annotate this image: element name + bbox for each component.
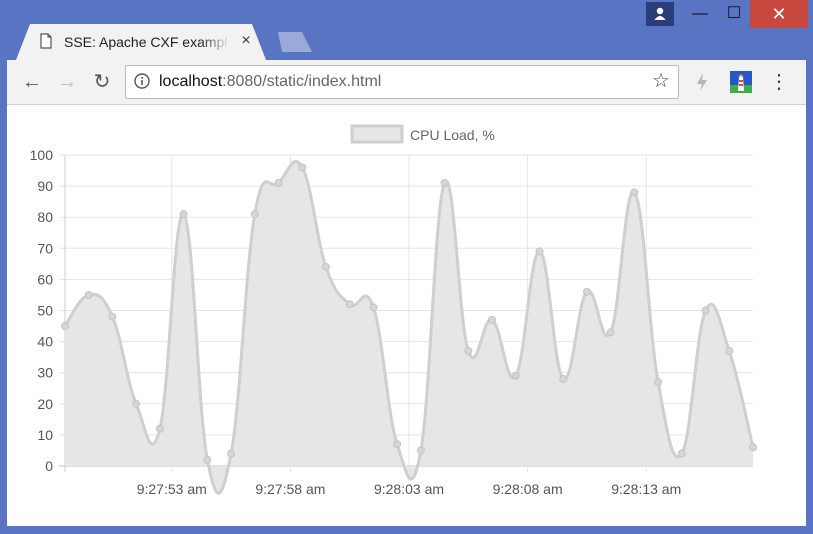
data-point	[393, 440, 402, 449]
tab-title-fade	[200, 30, 230, 54]
x-tick-label: 9:27:53 am	[137, 481, 207, 497]
url-text[interactable]: localhost:8080/static/index.html	[159, 73, 381, 91]
data-point	[535, 247, 544, 256]
back-button[interactable]: ←	[20, 70, 44, 94]
y-tick-label: 0	[45, 458, 53, 474]
tab-close-icon[interactable]: ×	[238, 32, 254, 50]
reload-button[interactable]: ↻	[90, 70, 114, 94]
data-point	[749, 443, 757, 452]
data-point	[61, 322, 69, 331]
new-tab-button[interactable]	[278, 32, 312, 52]
lightning-extension-icon[interactable]	[691, 71, 713, 93]
y-tick-label: 10	[37, 427, 53, 443]
data-point	[321, 262, 330, 271]
y-tick-label: 30	[37, 365, 53, 381]
data-point	[677, 449, 686, 458]
browser-window: SSE: Apache CXF example × — ☐ ✕ ← → ↻ lo…	[0, 0, 813, 534]
data-point	[440, 178, 449, 187]
data-point	[630, 188, 639, 197]
close-window-button[interactable]: ✕	[750, 0, 808, 28]
page-icon	[40, 33, 52, 49]
y-tick-label: 70	[37, 240, 53, 256]
data-point	[559, 374, 568, 383]
y-tick-label: 40	[37, 334, 53, 350]
data-point	[701, 306, 710, 315]
y-tick-label: 90	[37, 178, 53, 194]
data-point	[488, 315, 497, 324]
data-point	[582, 287, 591, 296]
data-point	[298, 163, 307, 172]
lighthouse-extension-icon[interactable]	[730, 71, 752, 93]
data-point	[203, 455, 212, 464]
x-tick-label: 9:28:08 am	[493, 481, 563, 497]
data-point	[227, 449, 236, 458]
y-tick-label: 100	[30, 147, 54, 163]
data-point	[274, 178, 283, 187]
data-point	[155, 424, 164, 433]
x-tick-label: 9:27:58 am	[255, 481, 325, 497]
data-point	[108, 312, 117, 321]
url-host: localhost	[159, 73, 223, 90]
browser-toolbar: ← → ↻ localhost:8080/static/index.html ☆	[7, 60, 806, 105]
lighthouse-icon	[730, 74, 752, 93]
maximize-button[interactable]: ☐	[716, 0, 752, 28]
person-icon	[654, 7, 666, 20]
data-point	[132, 399, 141, 408]
data-point	[416, 446, 425, 455]
y-tick-label: 50	[37, 303, 53, 319]
data-point	[725, 346, 734, 355]
legend-label: CPU Load, %	[410, 127, 495, 143]
x-tick-label: 9:28:03 am	[374, 481, 444, 497]
bookmark-star-icon[interactable]: ☆	[650, 70, 672, 92]
browser-menu-icon[interactable]: ⋮	[769, 70, 789, 94]
cpu-load-chart: 0 10 20 30 40 50 60 70 80 90 100 9:27:53 am 9:27:58 …	[30, 124, 757, 497]
data-point	[250, 210, 259, 219]
data-point	[511, 371, 520, 380]
info-icon[interactable]	[134, 73, 150, 89]
forward-button[interactable]: →	[55, 70, 79, 94]
y-tick-label: 80	[37, 209, 53, 225]
data-point	[654, 378, 663, 387]
minimize-button[interactable]: —	[682, 0, 718, 28]
data-point	[606, 328, 615, 337]
x-tick-label: 9:28:13 am	[611, 481, 681, 497]
data-point	[179, 210, 188, 219]
page-content: 0 10 20 30 40 50 60 70 80 90 100 9:27:53 am 9:27:58 …	[7, 105, 806, 526]
profile-button[interactable]	[646, 2, 674, 26]
data-point	[345, 300, 354, 309]
y-tick-label: 60	[37, 271, 53, 287]
data-point	[464, 346, 473, 355]
legend-swatch	[350, 124, 404, 144]
address-bar[interactable]: localhost:8080/static/index.html ☆	[125, 65, 679, 99]
data-point	[84, 290, 93, 299]
y-tick-label: 20	[37, 396, 53, 412]
data-point	[369, 303, 378, 312]
url-path: :8080/static/index.html	[222, 73, 382, 90]
